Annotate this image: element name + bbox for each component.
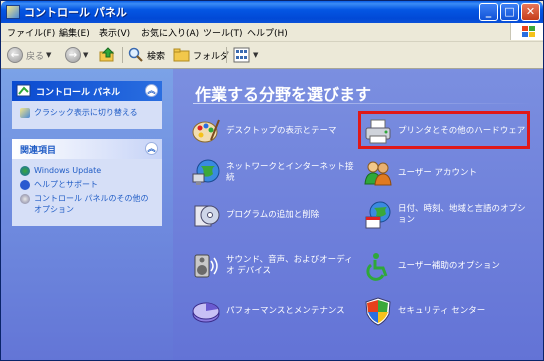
folders-label: フォルダ: [193, 51, 230, 62]
category-network-internet[interactable]: ネットワークとインターネット接続: [191, 158, 356, 188]
related-topics-title: 関連項目: [20, 146, 57, 156]
folder-icon: [173, 48, 190, 62]
user-accounts-icon: [364, 161, 392, 186]
search-label: 検索: [147, 51, 166, 62]
options-gear-icon: [20, 194, 30, 204]
minimize-button[interactable]: _: [479, 3, 498, 21]
up-folder-icon: [99, 47, 115, 62]
windows-update-link[interactable]: Windows Update: [20, 165, 156, 176]
views-button[interactable]: ▼: [233, 46, 258, 64]
maximize-button[interactable]: □: [500, 3, 519, 21]
help-support-label: ヘルプとサポート: [34, 180, 98, 189]
collapse-icon[interactable]: ︽: [145, 142, 158, 155]
control-panel-task-box: コントロール パネル ︽ クラシック表示に切り替える: [12, 81, 162, 129]
category-add-remove-programs[interactable]: プログラムの追加と削除: [191, 200, 356, 230]
category-appearance-themes[interactable]: デスクトップの表示とテーマ: [191, 116, 356, 146]
toolbar: ← 戻る ▼ → ▼ 検索 フォルダ ▼: [1, 42, 543, 69]
windows-logo-icon: [510, 23, 543, 40]
menu-file[interactable]: ファイル(F): [7, 26, 55, 39]
chevron-down-icon: ▼: [46, 51, 52, 59]
category-label: 日付、時刻、地域と言語のオプション: [398, 204, 526, 225]
menu-bar: ファイル(F) 編集(E) 表示(V) お気に入り(A) ツール(T) ヘルプ(…: [1, 23, 543, 42]
highlight-box-printers: [358, 111, 530, 149]
category-view: 作業する分野を選びます デスクトップの表示とテーマ プリンタとその他のハードウェ…: [173, 69, 543, 360]
window-title: コントロール パネル: [24, 6, 127, 19]
back-arrow-icon: ←: [7, 47, 23, 63]
chevron-down-icon: ▼: [83, 51, 89, 59]
chevron-down-icon: ▼: [253, 51, 259, 59]
windows-update-label: Windows Update: [34, 166, 102, 175]
views-icon: [233, 47, 250, 63]
collapse-icon[interactable]: ︽: [145, 84, 158, 97]
menu-tools[interactable]: ツール(T): [203, 26, 243, 39]
search-button[interactable]: 検索: [127, 46, 165, 64]
search-icon: [128, 47, 143, 62]
category-label: パフォーマンスとメンテナンス: [226, 305, 345, 316]
help-icon: [20, 180, 30, 190]
switch-classic-view-label: クラシック表示に切り替える: [34, 108, 138, 117]
up-folder-button[interactable]: [99, 46, 117, 64]
forward-button[interactable]: → ▼: [65, 46, 88, 64]
other-options-label: コントロール パネルのその他のオプション: [34, 194, 149, 214]
menu-view[interactable]: 表示(V): [99, 26, 130, 39]
category-performance-maintenance[interactable]: パフォーマンスとメンテナンス: [191, 296, 356, 326]
close-icon: ✕: [525, 5, 536, 18]
category-date-time-region[interactable]: 日付、時刻、地域と言語のオプション: [363, 200, 533, 230]
security-shield-icon: [365, 297, 391, 326]
network-globe-icon: [192, 159, 220, 185]
category-label: ユーザー補助のオプション: [398, 260, 500, 271]
maximize-icon: □: [504, 5, 515, 18]
back-label: 戻る: [26, 51, 45, 62]
other-options-link[interactable]: コントロール パネルのその他のオプション: [20, 193, 156, 215]
toolbar-separator: [226, 47, 227, 63]
control-panel-task-header[interactable]: コントロール パネル ︽: [12, 81, 162, 101]
category-sound-audio[interactable]: サウンド、音声、およびオーディオ デバイス: [191, 251, 356, 281]
forward-arrow-icon: →: [65, 47, 81, 63]
category-accessibility[interactable]: ユーザー補助のオプション: [363, 251, 533, 281]
close-button[interactable]: ✕: [521, 3, 540, 21]
category-security-center[interactable]: セキュリティ センター: [363, 296, 533, 326]
task-pane: コントロール パネル ︽ クラシック表示に切り替える 関連項目 ︽ Window…: [1, 69, 173, 360]
category-label: ネットワークとインターネット接続: [226, 162, 354, 183]
category-user-accounts[interactable]: ユーザー アカウント: [363, 158, 533, 188]
appearance-themes-icon: [192, 119, 220, 143]
category-label: プログラムの追加と削除: [226, 209, 320, 220]
task-box-body: クラシック表示に切り替える: [12, 101, 162, 129]
classic-view-icon: [20, 108, 30, 118]
control-panel-icon: [16, 84, 31, 97]
date-time-globe-icon: [365, 201, 391, 229]
related-topics-box: 関連項目 ︽ Windows Update ヘルプとサポート コントロール パネ…: [12, 139, 162, 226]
category-label: デスクトップの表示とテーマ: [226, 125, 337, 136]
control-panel-window: コントロール パネル _ □ ✕ ファイル(F) 編集(E) 表示(V) お気に…: [0, 0, 544, 361]
task-box-title: コントロール パネル: [36, 88, 121, 98]
toolbar-separator: [122, 47, 123, 63]
add-remove-programs-icon: [194, 205, 220, 227]
heading-divider: [193, 103, 533, 104]
minimize-icon: _: [485, 5, 492, 18]
back-button[interactable]: ← 戻る ▼: [7, 46, 51, 64]
menu-edit[interactable]: 編集(E): [59, 26, 90, 39]
title-bar[interactable]: コントロール パネル _ □ ✕: [1, 1, 543, 23]
folders-button[interactable]: フォルダ: [173, 46, 229, 64]
related-topics-header[interactable]: 関連項目 ︽: [12, 139, 162, 159]
switch-classic-view-link[interactable]: クラシック表示に切り替える: [20, 107, 156, 118]
windows-update-icon: [20, 166, 30, 176]
menu-help[interactable]: ヘルプ(H): [247, 26, 288, 39]
related-topics-body: Windows Update ヘルプとサポート コントロール パネルのその他のオ…: [12, 159, 162, 226]
sound-speaker-icon: [194, 254, 218, 278]
menu-favorites[interactable]: お気に入り(A): [141, 26, 199, 39]
page-title: 作業する分野を選びます: [195, 85, 372, 104]
category-label: セキュリティ センター: [398, 305, 486, 316]
performance-pie-icon: [192, 302, 220, 323]
control-panel-icon: [6, 5, 20, 19]
help-support-link[interactable]: ヘルプとサポート: [20, 179, 156, 190]
accessibility-icon: [366, 253, 388, 281]
category-label: サウンド、音声、およびオーディオ デバイス: [226, 255, 353, 276]
category-label: ユーザー アカウント: [398, 167, 478, 178]
